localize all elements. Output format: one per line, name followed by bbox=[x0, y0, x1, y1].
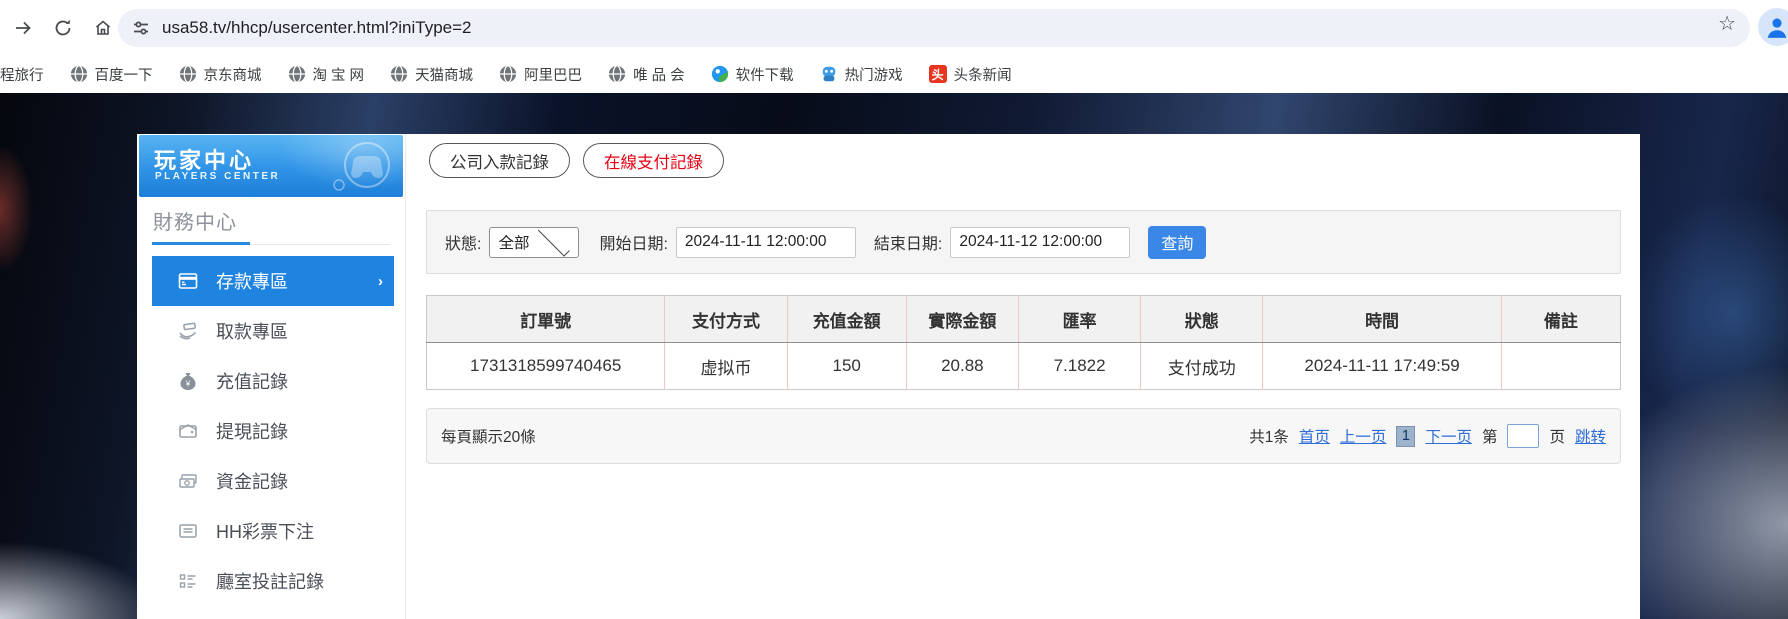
main-content: 公司入款記錄 在線支付記錄 狀態: 全部 開始日期: 結束日期: 查詢 bbox=[405, 134, 1640, 619]
col-actual-amount: 實際金額 bbox=[906, 295, 1019, 343]
status-select-value: 全部 bbox=[498, 235, 530, 252]
bookmark-jd[interactable]: 京东商城 bbox=[166, 60, 275, 88]
software-download-icon bbox=[711, 65, 729, 83]
bookmark-toutiao[interactable]: 头 头条新闻 bbox=[916, 60, 1025, 88]
players-center-banner: 玩家中心 PLAYERS CENTER bbox=[139, 135, 403, 197]
cell-recharge-amount: 150 bbox=[787, 342, 907, 390]
globe-icon bbox=[390, 65, 408, 83]
sidebar-item-withdrawal-record[interactable]: 提現記錄 bbox=[152, 406, 394, 456]
jump-suffix-text: 页 bbox=[1549, 429, 1565, 446]
finance-center-heading: 財務中心 bbox=[153, 212, 237, 234]
current-page-indicator: 1 bbox=[1396, 425, 1416, 447]
status-select[interactable]: 全部 bbox=[489, 224, 580, 258]
status-label: 狀態: bbox=[445, 236, 482, 253]
home-icon[interactable] bbox=[86, 11, 120, 45]
reload-icon[interactable] bbox=[46, 11, 80, 45]
svg-text:¥: ¥ bbox=[185, 379, 191, 389]
start-date-label: 開始日期: bbox=[599, 236, 668, 253]
app-panel: 玩家中心 PLAYERS CENTER 財務中心 存款專區 › 取款專區 ¥ 充… bbox=[137, 134, 1640, 619]
money-bag-icon: ¥ bbox=[177, 370, 199, 392]
bookmark-star-icon[interactable]: ☆ bbox=[1718, 14, 1736, 34]
browser-toolbar: usa58.tv/hhcp/usercenter.html?iniType=2 … bbox=[0, 0, 1788, 55]
site-settings-icon[interactable] bbox=[132, 19, 150, 37]
bookmarks-bar: 程旅行 百度一下 京东商城 淘 宝 网 天猫商城 阿里巴巴 唯 品 会 软件下载… bbox=[0, 55, 1788, 93]
bookmark-software[interactable]: 软件下载 bbox=[698, 60, 807, 88]
record-tabs: 公司入款記錄 在線支付記錄 bbox=[429, 143, 724, 178]
tab-company-deposit-record[interactable]: 公司入款記錄 bbox=[429, 143, 570, 178]
sidebar-item-funds-record[interactable]: 資金記錄 bbox=[152, 456, 394, 506]
total-count-text: 共1条 bbox=[1249, 429, 1289, 446]
query-button[interactable]: 查詢 bbox=[1148, 225, 1207, 259]
browser-window: usa58.tv/hhcp/usercenter.html?iniType=2 … bbox=[0, 0, 1788, 619]
globe-icon bbox=[499, 65, 517, 83]
hot-games-icon bbox=[820, 65, 838, 83]
sidebar-item-hh-lottery-bet[interactable]: HH彩票下注 bbox=[152, 506, 394, 556]
divider-accent bbox=[152, 242, 250, 245]
bookmark-trip[interactable]: 程旅行 bbox=[0, 60, 57, 88]
profile-avatar[interactable] bbox=[1758, 8, 1788, 46]
table-row: 1731318599740465 虚拟币 150 20.88 7.1822 支付… bbox=[426, 342, 1621, 390]
start-date-input[interactable] bbox=[675, 226, 856, 258]
col-time: 時間 bbox=[1262, 295, 1502, 343]
filter-bar: 狀態: 全部 開始日期: 結束日期: 查詢 bbox=[426, 210, 1621, 274]
page-size-text: 每頁顯示20條 bbox=[441, 429, 536, 446]
cell-actual-amount: 20.88 bbox=[906, 342, 1019, 390]
first-page-link[interactable]: 首页 bbox=[1299, 425, 1330, 447]
sidebar-subtitle: PLAYERS CENTER bbox=[155, 171, 281, 182]
wallet-icon bbox=[177, 420, 199, 442]
bookmark-games[interactable]: 热门游戏 bbox=[807, 60, 916, 88]
globe-icon bbox=[288, 65, 306, 83]
page-number-input[interactable] bbox=[1507, 424, 1540, 448]
cell-exchange-rate: 7.1822 bbox=[1018, 342, 1142, 390]
sidebar-item-recharge-record[interactable]: ¥ 充值記錄 bbox=[152, 356, 394, 406]
bookmark-alibaba[interactable]: 阿里巴巴 bbox=[486, 60, 595, 88]
sidebar: 玩家中心 PLAYERS CENTER 財務中心 存款專區 › 取款專區 ¥ 充… bbox=[137, 134, 405, 619]
next-page-link[interactable]: 下一页 bbox=[1425, 425, 1472, 447]
sidebar-menu: 存款專區 › 取款專區 ¥ 充值記錄 提現記錄 資金記錄 HH彩票下注 廳室投註… bbox=[137, 256, 405, 606]
cell-time: 2024-11-11 17:49:59 bbox=[1262, 342, 1502, 390]
col-remark: 備註 bbox=[1501, 295, 1621, 343]
forward-icon[interactable] bbox=[6, 11, 40, 45]
chevron-down-icon bbox=[537, 224, 570, 257]
payment-record-table: 訂單號 支付方式 充值金額 實際金額 匯率 狀態 時間 備註 173131859… bbox=[426, 295, 1621, 390]
table-header-row: 訂單號 支付方式 充值金額 實際金額 匯率 狀態 時間 備註 bbox=[426, 295, 1621, 343]
col-order-no: 訂單號 bbox=[426, 295, 666, 343]
url-text[interactable]: usa58.tv/hhcp/usercenter.html?iniType=2 bbox=[162, 18, 1736, 38]
sidebar-item-withdraw[interactable]: 取款專區 bbox=[152, 306, 394, 356]
prev-page-link[interactable]: 上一页 bbox=[1340, 425, 1387, 447]
globe-icon bbox=[608, 65, 626, 83]
jump-link[interactable]: 跳转 bbox=[1575, 425, 1606, 447]
col-status: 狀態 bbox=[1140, 295, 1264, 343]
cell-status: 支付成功 bbox=[1140, 342, 1264, 390]
pagination-bar: 每頁顯示20條 共1条 首页 上一页 1 下一页 第 页 跳转 bbox=[426, 408, 1621, 464]
end-date-label: 結束日期: bbox=[873, 236, 943, 253]
bookmark-taobao[interactable]: 淘 宝 网 bbox=[275, 60, 378, 88]
jump-prefix-text: 第 bbox=[1481, 429, 1498, 446]
cell-order-no: 1731318599740465 bbox=[426, 342, 666, 390]
col-recharge-amount: 充值金額 bbox=[787, 295, 907, 343]
toutiao-icon: 头 bbox=[928, 65, 947, 83]
col-payment-method: 支付方式 bbox=[664, 295, 788, 343]
deposit-card-icon bbox=[177, 270, 199, 292]
url-bar[interactable]: usa58.tv/hhcp/usercenter.html?iniType=2 bbox=[118, 9, 1750, 47]
hand-money-icon bbox=[177, 320, 199, 342]
cell-payment-method: 虚拟币 bbox=[664, 342, 788, 390]
globe-icon bbox=[70, 65, 88, 83]
bookmark-tmall[interactable]: 天猫商城 bbox=[377, 60, 486, 88]
globe-icon bbox=[179, 65, 197, 83]
banknotes-icon bbox=[177, 470, 199, 492]
sidebar-item-deposit[interactable]: 存款專區 › bbox=[152, 256, 394, 306]
pager: 共1条 首页 上一页 1 下一页 第 页 跳转 bbox=[1249, 424, 1606, 448]
list-detail-icon bbox=[177, 570, 199, 592]
chevron-right-icon: › bbox=[378, 272, 383, 290]
bookmark-baidu[interactable]: 百度一下 bbox=[57, 60, 166, 88]
cell-remark bbox=[1501, 342, 1621, 390]
list-card-icon bbox=[177, 520, 199, 542]
sidebar-item-hall-bet-record[interactable]: 廳室投註記錄 bbox=[152, 556, 394, 606]
col-exchange-rate: 匯率 bbox=[1018, 295, 1142, 343]
bookmark-vip[interactable]: 唯 品 会 bbox=[595, 60, 698, 88]
gamepad-icon bbox=[333, 142, 390, 191]
end-date-input[interactable] bbox=[950, 226, 1131, 258]
tab-online-payment-record[interactable]: 在線支付記錄 bbox=[583, 143, 724, 178]
